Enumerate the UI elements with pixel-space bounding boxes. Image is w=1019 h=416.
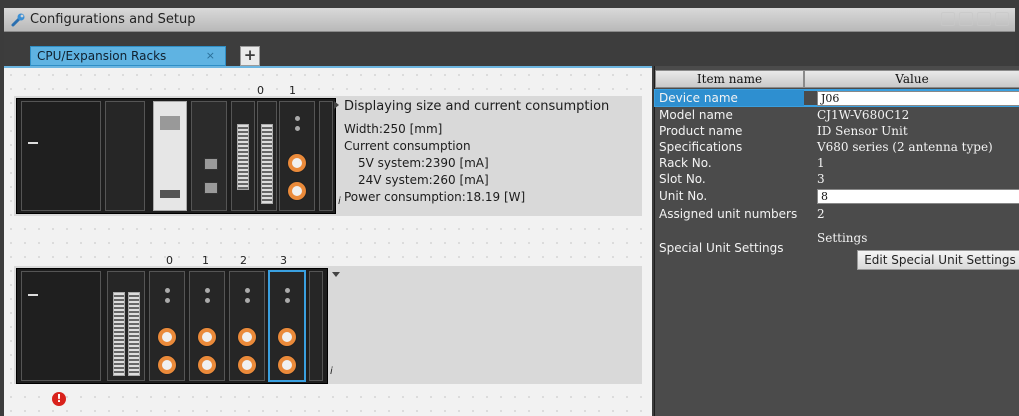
property-value: Settings (817, 231, 868, 245)
tab-close-icon[interactable]: × (206, 49, 215, 62)
property-name: Model name (659, 108, 733, 122)
fit-icon[interactable] (941, 12, 955, 26)
property-value: V680 series (2 antenna type) (817, 140, 993, 154)
rack-width: Width:250 [mm] (344, 122, 443, 136)
slot-number: 3 (280, 254, 287, 267)
current-24v: 24V system:260 [mA] (358, 173, 489, 187)
wrench-icon (11, 13, 25, 26)
slot-number: 1 (202, 254, 209, 267)
cpu-module[interactable] (153, 101, 187, 211)
property-name: Special Unit Settings (659, 241, 784, 255)
rack2-slot-3-id-sensor-unit-selected[interactable] (268, 270, 306, 382)
end-cover (309, 271, 323, 381)
current-5v: 5V system:2390 [mA] (358, 156, 489, 170)
properties-panel: Item name Value Device name J06 Model na… (654, 66, 1019, 416)
slot-number: 0 (166, 254, 173, 267)
property-value: 1 (817, 156, 825, 170)
value-header: Value (804, 70, 1019, 88)
rack1-slot-1-id-sensor-unit[interactable] (279, 101, 315, 211)
expansion-power-supply[interactable] (21, 271, 101, 381)
rack1-slot-0-module[interactable] (257, 101, 277, 211)
rack1-slot-0-module[interactable] (231, 101, 255, 211)
view-toolbar (941, 12, 1009, 26)
add-tab-button[interactable]: + (240, 46, 260, 66)
property-value: 2 (817, 207, 825, 221)
property-name: Unit No. (659, 189, 708, 203)
property-row-product-name: Product name ID Sensor Unit (655, 123, 1019, 139)
tab-label: CPU/Expansion Racks (37, 49, 167, 63)
rack2-slot-0-id-sensor-unit[interactable] (149, 271, 185, 381)
window-title: Configurations and Setup (30, 12, 196, 27)
error-icon[interactable]: ! (52, 392, 66, 406)
power-supply-module[interactable] (21, 101, 101, 211)
property-name: Specifications (659, 140, 743, 154)
info-icon[interactable]: i (330, 366, 333, 377)
slot-number: 0 (257, 84, 264, 97)
item-name-header: Item name (655, 70, 804, 88)
tab-strip: CPU/Expansion Racks × + (4, 32, 1015, 66)
expansion-rack (16, 268, 328, 384)
property-row-model-name: Model name CJ1W-V680C12 (655, 107, 1019, 123)
property-value: CJ1W-V680C12 (817, 108, 910, 122)
actual-size-icon[interactable] (995, 12, 1009, 26)
end-cover (319, 101, 333, 211)
consumption-info: Displaying size and current consumption … (344, 98, 614, 206)
property-row-rack-no: Rack No. 1 (655, 155, 1019, 171)
tab-cpu-expansion-racks[interactable]: CPU/Expansion Racks × (30, 46, 226, 66)
rack2-slot-1-id-sensor-unit[interactable] (189, 271, 225, 381)
property-row-device-name[interactable]: Device name J06 (654, 89, 1019, 107)
property-row-specifications: Specifications V680 series (2 antenna ty… (655, 139, 1019, 155)
property-value: ID Sensor Unit (817, 124, 908, 138)
power-consumption: Power consumption:18.19 [W] (344, 190, 526, 204)
collapse-arrow-icon[interactable] (332, 272, 340, 277)
expand-arrow-icon[interactable] (334, 101, 339, 109)
slot-number: 2 (240, 254, 247, 267)
property-name: Device name (655, 90, 804, 106)
rack2-slot-0-module[interactable] (107, 271, 145, 381)
zoom-out-icon[interactable] (977, 12, 991, 26)
window-titlebar: Configurations and Setup (4, 8, 1015, 32)
properties-header: Item name Value (655, 70, 1019, 88)
device-name-field[interactable]: J06 (817, 91, 1019, 106)
property-name: Slot No. (659, 172, 706, 186)
cpu-rack (16, 98, 336, 214)
property-name: Assigned unit numbers (659, 207, 798, 221)
info-icon[interactable]: i (338, 196, 341, 207)
property-value: 3 (817, 172, 825, 186)
ethernet-module[interactable] (191, 101, 227, 211)
edit-special-unit-settings-button[interactable]: Edit Special Unit Settings (857, 250, 1019, 270)
rack2-slot-2-id-sensor-unit[interactable] (229, 271, 265, 381)
property-row-assigned-unit-numbers: Assigned unit numbers 2 (655, 206, 1019, 222)
property-name: Rack No. (659, 156, 712, 170)
current-consumption-label: Current consumption (344, 139, 471, 153)
interface-module[interactable] (105, 101, 145, 211)
slot-number: 1 (289, 84, 296, 97)
property-name: Product name (659, 124, 743, 138)
unit-no-field[interactable]: 8 (817, 189, 1019, 204)
property-row-slot-no: Slot No. 3 (655, 171, 1019, 187)
zoom-in-icon[interactable] (959, 12, 973, 26)
rack-canvas[interactable]: 0 1 i Displaying size and current consum… (4, 66, 652, 416)
property-row-unit-no[interactable]: Unit No. 8 (655, 188, 1019, 204)
info-title: Displaying size and current consumption (344, 99, 610, 114)
